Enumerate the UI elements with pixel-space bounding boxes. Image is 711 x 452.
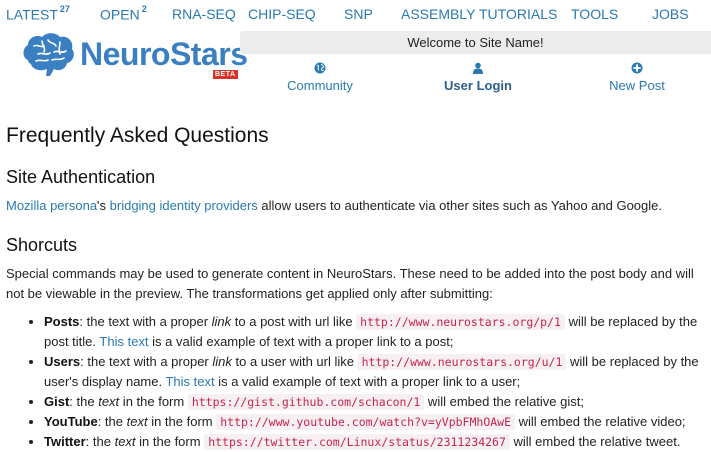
site-logo[interactable]: NeuroStars BETA: [20, 28, 248, 86]
community-link[interactable]: Community: [265, 62, 375, 93]
nav-tutorials[interactable]: TUTORIALS: [479, 6, 557, 22]
example-user-link[interactable]: This text: [165, 374, 214, 389]
nav-snp[interactable]: SNP: [344, 6, 373, 22]
shortcut-text: in the form: [119, 394, 188, 409]
nav-label: OPEN: [100, 6, 140, 23]
shortcut-emphasis: link: [211, 314, 232, 329]
nav-open[interactable]: OPEN 2: [100, 4, 147, 23]
new-post-link[interactable]: New Post: [582, 62, 692, 93]
shortcut-text: : the text with a proper: [80, 354, 213, 369]
auth-heading: Site Authentication: [6, 167, 156, 187]
shortcut-name: Posts: [44, 314, 80, 329]
shortcut-emphasis: text: [98, 394, 120, 409]
nav-tools[interactable]: TOOLS: [571, 6, 618, 22]
count-badge: 27: [59, 4, 70, 14]
user-icon: [473, 62, 483, 74]
welcome-banner: Welcome to Site Name!: [240, 31, 711, 54]
shortcuts-intro: Special commands may be used to generate…: [6, 266, 694, 301]
auth-section: Site Authentication Mozilla persona's br…: [6, 162, 706, 216]
nav-chip-seq[interactable]: CHIP-SEQ: [248, 6, 316, 22]
nav-assembly[interactable]: ASSEMBLY: [401, 6, 475, 22]
identity-providers-link[interactable]: bridging identity providers: [110, 198, 258, 213]
list-item: Gist: the text in the form https://gist.…: [44, 392, 706, 412]
beta-badge: BETA: [213, 70, 238, 79]
shortcut-name: Users: [44, 354, 81, 369]
brain-icon: [23, 33, 74, 76]
shortcuts-heading: Shorcuts: [6, 235, 78, 255]
globe-icon: [314, 62, 326, 74]
list-item: Posts: the text with a proper link to a …: [44, 312, 706, 352]
faq-content: Frequently Asked Questions Site Authenti…: [6, 118, 706, 452]
auth-text: 's: [97, 198, 110, 213]
shortcut-name: YouTube: [44, 414, 98, 429]
nav-label: LATEST: [6, 6, 58, 23]
shortcut-text: : the text with a proper: [79, 314, 212, 329]
list-item: Users: the text with a proper link to a …: [44, 352, 706, 392]
list-item: Twitter: the text in the form https://tw…: [44, 432, 706, 452]
nav-latest[interactable]: LATEST 27: [6, 4, 70, 23]
page-title: Frequently Asked Questions: [6, 124, 269, 147]
auth-paragraph: Mozilla persona's bridging identity prov…: [6, 196, 706, 216]
mozilla-persona-link[interactable]: Mozilla persona: [6, 198, 97, 213]
shortcut-emphasis: text: [126, 414, 148, 429]
shortcut-text: : the: [69, 394, 99, 409]
shortcut-text: to a user with url like: [231, 354, 358, 369]
auth-text: allow users to authenticate via other si…: [257, 198, 662, 213]
shortcut-text: in the form: [147, 414, 217, 429]
action-label: New Post: [609, 78, 665, 93]
code-sample: http://www.youtube.com/watch?v=yVpbFMhOA…: [216, 414, 516, 430]
shortcuts-section: Shorcuts Special commands may be used to…: [6, 230, 706, 452]
count-badge: 2: [141, 4, 147, 14]
code-sample: http://www.neurostars.org/p/1: [356, 314, 565, 330]
shortcut-emphasis: link: [212, 354, 232, 369]
top-navigation: LATEST 27 OPEN 2 RNA-SEQ CHIP-SEQ SNP ASSE…: [0, 0, 711, 28]
shortcut-text: will embed the relative gist;: [424, 394, 584, 409]
code-sample: http://www.neurostars.org/u/1: [357, 354, 567, 370]
shortcut-text: will embed the relative video;: [515, 414, 686, 429]
shortcut-text: is a valid example of text with a proper…: [214, 374, 521, 389]
shortcut-text: is a valid example of text with a proper…: [148, 334, 454, 349]
nav-jobs[interactable]: JOBS: [652, 6, 689, 22]
shortcut-text: : the: [97, 414, 127, 429]
plus-circle-icon: [631, 62, 643, 74]
action-label: User Login: [444, 78, 512, 93]
example-post-link[interactable]: This text: [99, 334, 148, 349]
logo-text: NeuroStars: [80, 36, 248, 72]
user-login-link[interactable]: User Login: [423, 62, 533, 93]
shortcut-name: Gist: [44, 394, 70, 409]
shortcuts-list: Posts: the text with a proper link to a …: [6, 312, 706, 452]
nav-rna-seq[interactable]: RNA-SEQ: [172, 6, 236, 22]
action-label: Community: [287, 78, 353, 93]
code-sample: https://twitter.com/Linux/status/2311234…: [204, 434, 510, 450]
shortcut-text: to a post with url like: [231, 314, 357, 329]
code-sample: https://gist.github.com/schacon/1: [187, 394, 425, 410]
list-item: YouTube: the text in the form http://www…: [44, 412, 706, 432]
